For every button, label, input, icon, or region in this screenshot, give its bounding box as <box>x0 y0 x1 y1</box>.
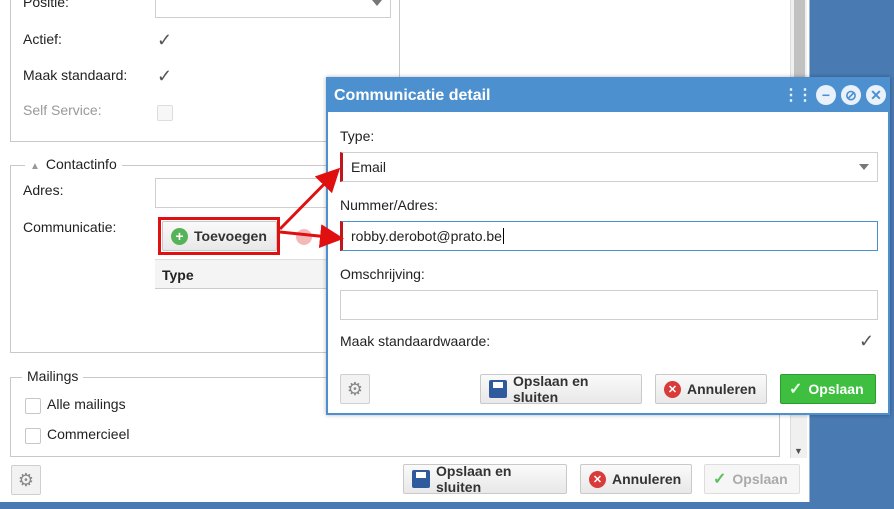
omschrijving-label: Omschrijving: <box>340 266 425 282</box>
check-icon: ✓ <box>713 471 727 488</box>
communicatie-grid-header[interactable]: Type <box>155 259 330 289</box>
maak-standaardwaarde-label: Maak standaardwaarde: <box>340 333 491 349</box>
cancel-icon: ✕ <box>664 380 681 398</box>
positie-label: Positie: <box>23 0 69 10</box>
chevron-down-icon <box>372 0 382 6</box>
contactinfo-legend[interactable]: ▲ Contactinfo <box>25 156 122 172</box>
actief-label: Actief: <box>23 31 62 47</box>
contactinfo-legend-text: Contactinfo <box>45 156 117 172</box>
maak-standaard-label: Maak standaard: <box>23 67 128 83</box>
dialog-title-bar[interactable]: Communicatie detail ⋮⋮ − ⊘ ✕ <box>328 79 888 112</box>
maak-standaard-checkbox[interactable]: ✓ <box>157 67 173 85</box>
self-service-label: Self Service: <box>23 102 102 118</box>
settings-button[interactable]: ⚙ <box>11 465 41 495</box>
dialog-settings-button[interactable]: ⚙ <box>340 374 370 404</box>
self-service-checkbox <box>157 105 173 121</box>
dialog-cancel-button[interactable]: ✕ Annuleren <box>655 374 767 404</box>
save-close-label: Opslaan en sluiten <box>436 463 512 495</box>
alle-mailings-label: Alle mailings <box>47 396 126 412</box>
scroll-down-icon[interactable]: ▼ <box>794 446 803 456</box>
actief-checkbox[interactable]: ✓ <box>157 31 173 49</box>
title-bar-tools: ⋮⋮ − ⊘ ✕ <box>783 85 886 105</box>
adres-field[interactable] <box>155 178 330 208</box>
nummer-label: Nummer/Adres: <box>340 197 439 213</box>
chevron-down-icon <box>859 164 869 170</box>
dialog-cancel-label: Annuleren <box>687 381 757 397</box>
dialog-save-label: Opslaan <box>808 381 864 397</box>
dialog-save-close-label: Opslaan en sluiten <box>513 373 589 405</box>
adres-label: Adres: <box>23 182 64 198</box>
type-value: Email <box>351 159 387 175</box>
remove-icon <box>296 229 312 245</box>
type-select[interactable]: Email <box>340 152 878 182</box>
maak-standaardwaarde-checkbox[interactable]: ✓ <box>859 332 875 350</box>
mailings-legend: Mailings <box>22 368 84 384</box>
nummer-adres-value: robby.derobot@prato.be <box>351 228 502 244</box>
collapse-icon: ▲ <box>30 161 40 172</box>
omschrijving-input[interactable] <box>340 290 878 320</box>
drag-handle-icon[interactable]: ⋮⋮ <box>783 85 813 105</box>
maximize-icon[interactable]: ⊘ <box>841 85 861 105</box>
cancel-icon: ✕ <box>589 470 606 488</box>
floppy-icon <box>412 470 430 488</box>
commercieel-checkbox[interactable] <box>25 428 41 444</box>
dialog-title: Communicatie detail <box>334 87 491 104</box>
communicatie-label: Communicatie: <box>23 219 117 235</box>
nummer-adres-input[interactable]: robby.derobot@prato.be <box>340 221 878 251</box>
communicatie-detail-dialog: Communicatie detail ⋮⋮ − ⊘ ✕ Type: Email… <box>326 77 890 415</box>
check-icon: ✓ <box>789 381 803 398</box>
save-close-button[interactable]: Opslaan en sluiten <box>403 463 567 495</box>
text-cursor <box>502 228 504 244</box>
alle-mailings-checkbox[interactable] <box>25 398 41 414</box>
floppy-icon <box>489 380 507 398</box>
save-button: ✓ Opslaan <box>704 464 800 494</box>
dialog-save-button[interactable]: ✓ Opslaan <box>780 374 876 404</box>
cancel-button[interactable]: ✕ Annuleren <box>580 464 692 494</box>
minimize-icon[interactable]: − <box>816 85 836 105</box>
dialog-save-close-button[interactable]: Opslaan en sluiten <box>480 373 642 405</box>
toevoegen-highlight <box>158 217 280 255</box>
cancel-label: Annuleren <box>612 471 682 487</box>
grid-type-header: Type <box>162 267 194 283</box>
positie-select[interactable] <box>155 0 391 18</box>
gear-icon: ⚙ <box>346 378 364 399</box>
commercieel-label: Commercieel <box>47 426 130 442</box>
gear-icon: ⚙ <box>17 469 35 490</box>
save-label: Opslaan <box>732 471 788 487</box>
close-icon[interactable]: ✕ <box>866 85 886 105</box>
type-label: Type: <box>340 128 375 144</box>
